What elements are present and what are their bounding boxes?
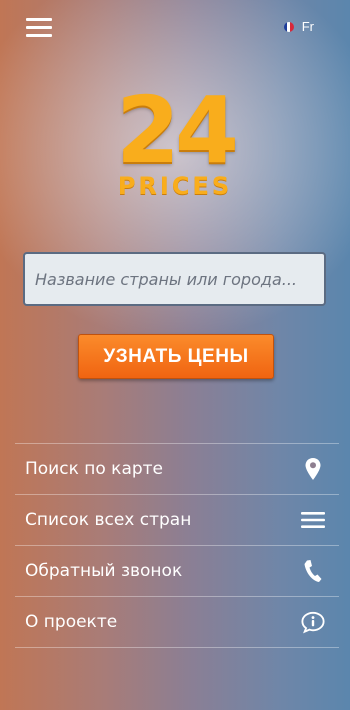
logo-number: 24 — [115, 77, 239, 184]
logo-word: PRICES — [117, 172, 233, 200]
get-prices-button[interactable]: УЗНАТЬ ЦЕНЫ — [78, 334, 274, 379]
search-input[interactable] — [23, 252, 326, 306]
hamburger-bar — [26, 26, 52, 29]
menu-item-map-search[interactable]: Поиск по карте — [15, 444, 339, 495]
info-bubble-icon — [301, 610, 325, 634]
hamburger-menu-button[interactable] — [26, 18, 52, 38]
hamburger-bar — [26, 34, 52, 37]
phone-icon — [301, 559, 325, 583]
menu-item-about[interactable]: О проекте — [15, 597, 339, 648]
menu-item-callback[interactable]: Обратный звонок — [15, 546, 339, 597]
hamburger-bar — [26, 18, 52, 21]
menu-item-label: О проекте — [25, 612, 118, 632]
main-menu: Поиск по карте Список всех стран Обратны… — [15, 443, 339, 648]
menu-item-country-list[interactable]: Список всех стран — [15, 495, 339, 546]
menu-item-label: Список всех стран — [25, 510, 192, 530]
french-flag-icon — [283, 21, 294, 32]
menu-item-label: Обратный звонок — [25, 561, 183, 581]
map-pin-icon — [301, 457, 325, 481]
language-label: Fr — [301, 19, 314, 34]
logo: 24 PRICES — [0, 77, 350, 201]
language-switcher[interactable]: Fr — [283, 19, 314, 34]
menu-item-label: Поиск по карте — [25, 459, 164, 479]
list-icon — [301, 508, 325, 532]
